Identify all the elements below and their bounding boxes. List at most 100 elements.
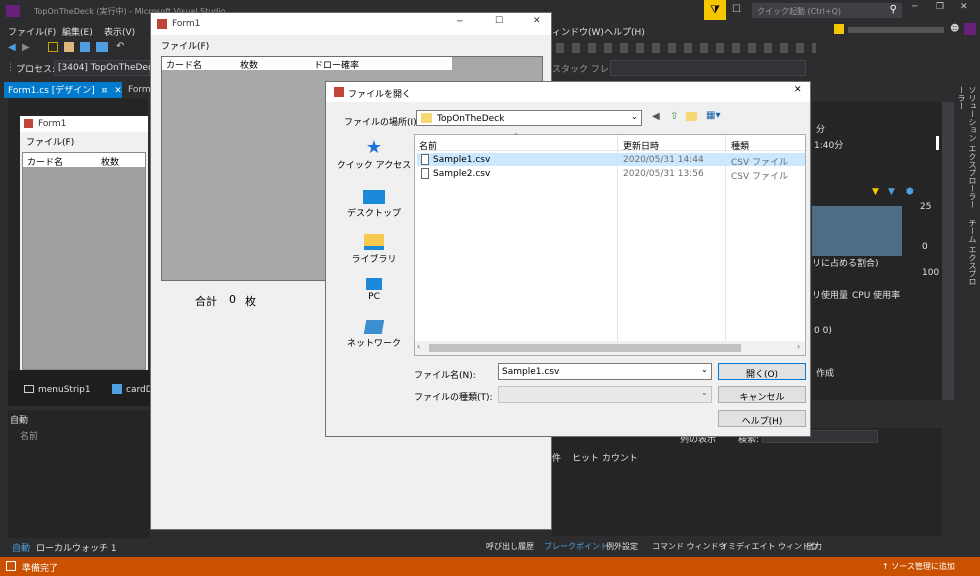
scroll-right-icon[interactable]: › xyxy=(797,342,800,351)
new-icon[interactable] xyxy=(48,42,58,52)
undo-icon[interactable]: ↶ xyxy=(116,41,124,52)
right-vertical-tabs: ソリューション エクスプローラー チーム エクスプローラー xyxy=(957,86,978,286)
filter-icon[interactable]: ⧩ xyxy=(704,0,726,20)
tab-memory-usage[interactable]: リ使用量 xyxy=(812,288,848,301)
pin-icon[interactable]: ¤ xyxy=(102,86,108,96)
designer-menu[interactable]: ファイル(F) xyxy=(20,132,148,148)
saveall-icon[interactable] xyxy=(96,42,108,52)
tab-call-stack[interactable]: 呼び出し履歴 xyxy=(486,541,534,552)
form1-col-count[interactable]: 枚数 xyxy=(240,58,258,71)
menu-window[interactable]: ィンドウ(W) xyxy=(552,25,604,38)
tab-auto[interactable]: 自動 xyxy=(12,541,30,554)
form1-minimize-icon[interactable]: ─ xyxy=(457,17,462,27)
account-icon[interactable] xyxy=(834,24,844,34)
star-icon: ★ xyxy=(365,137,383,158)
tab-command[interactable]: コマンド ウィンドウ xyxy=(652,541,727,552)
process-combo[interactable]: [3404] TopOnTheDeck.e xyxy=(54,60,167,76)
account-name-blur xyxy=(848,27,944,33)
scroll-thumb[interactable] xyxy=(429,344,741,352)
forward-icon[interactable]: ▶ xyxy=(22,42,30,53)
tab-close-icon[interactable]: ✕ xyxy=(114,86,122,96)
folder-icon xyxy=(421,113,432,123)
back-icon[interactable]: ◀ xyxy=(8,42,16,53)
dialog-close-icon[interactable]: ✕ xyxy=(794,85,802,95)
up-folder-icon[interactable]: ⇧ xyxy=(670,111,678,122)
help-button[interactable]: ヘルプ(H) xyxy=(718,410,806,427)
tab-immediate[interactable]: イミディエイト ウィンドウ xyxy=(720,541,818,552)
tab-exceptions[interactable]: 例外設定 xyxy=(606,541,638,552)
tab-local[interactable]: ローカル xyxy=(36,541,72,554)
back-nav-icon[interactable]: ◀ xyxy=(652,111,660,122)
place-desktop[interactable]: デスクトップ xyxy=(336,186,412,230)
menu-edit[interactable]: 編集(E) xyxy=(62,25,93,38)
close-icon[interactable]: ✕ xyxy=(960,2,968,12)
save-icon[interactable] xyxy=(80,42,90,52)
form1-title: Form1 xyxy=(172,19,201,29)
form1-maximize-icon[interactable]: ☐ xyxy=(495,16,503,26)
designer-listview[interactable]: カード名 枚数 xyxy=(22,152,146,370)
place-library[interactable]: ライブラリ xyxy=(336,232,412,276)
cancel-button[interactable]: キャンセル xyxy=(718,386,806,403)
designer-listview-header: カード名 枚数 xyxy=(23,153,145,168)
file-list[interactable]: 名前 ⌃ 更新日時 種類 Sample1.csv 2020/05/31 14:4… xyxy=(414,132,806,356)
menu-file[interactable]: ファイル(F) xyxy=(8,25,56,38)
minimize-icon[interactable]: ─ xyxy=(912,2,917,12)
status-text: 準備完了 xyxy=(22,564,59,574)
process-label: プロセス: xyxy=(16,65,56,75)
horizontal-scrollbar[interactable]: ‹ › xyxy=(415,341,805,355)
form1-col-name[interactable]: カード名 xyxy=(166,58,202,71)
designer-menu-file[interactable]: ファイル(F) xyxy=(26,138,74,148)
place-quick-access[interactable]: ★ クイック アクセス xyxy=(336,138,412,182)
vtab-solution-explorer[interactable]: ソリューション エクスプローラー xyxy=(968,86,977,209)
open-icon[interactable] xyxy=(64,42,74,52)
open-button[interactable]: 開く(O) xyxy=(718,363,806,380)
filetype-combo[interactable]: ⌄ xyxy=(498,386,712,403)
form1-menu-file[interactable]: ファイル(F) xyxy=(161,39,209,52)
create-snapshot-link[interactable]: 作成 xyxy=(816,366,834,379)
file-icon xyxy=(421,154,429,165)
menu-help[interactable]: ヘルプ(H) xyxy=(604,25,645,38)
quick-launch[interactable]: クイック起動 (Ctrl+Q) ⚲ xyxy=(752,3,902,18)
restore-icon[interactable]: ❐ xyxy=(936,2,944,12)
marker-yellow-icon: ▼ xyxy=(872,187,879,197)
dialog-icon xyxy=(334,87,344,97)
place-pc[interactable]: PC xyxy=(336,274,412,314)
tab-breakpoints[interactable]: ブレークポイント xyxy=(544,541,608,552)
diag-slider[interactable] xyxy=(936,136,939,150)
look-in-label: ファイルの場所(I): xyxy=(344,118,420,128)
right-scrollbar[interactable] xyxy=(942,102,954,400)
tray-menustrip[interactable]: menuStrip1 xyxy=(38,385,91,395)
form-icon xyxy=(24,119,33,128)
file-row[interactable]: Sample2.csv 2020/05/31 13:56 CSV ファイル xyxy=(417,167,805,182)
tab-output[interactable]: 出力 xyxy=(806,541,822,552)
tab-cpu-usage[interactable]: CPU 使用率 xyxy=(852,288,900,301)
file-row[interactable]: Sample1.csv 2020/05/31 14:44 CSV ファイル xyxy=(417,153,805,168)
form1-col-prob[interactable]: ドロー確率 xyxy=(314,58,359,71)
designer-form[interactable]: Form1 ファイル(F) カード名 枚数 xyxy=(20,116,148,370)
diag-snapshot: 0 0) xyxy=(814,326,832,336)
new-folder-icon[interactable] xyxy=(686,112,697,121)
feedback-icon[interactable]: ☐ xyxy=(732,4,741,15)
source-control[interactable]: ↑ ソース管理に追加 xyxy=(882,561,955,572)
place-network[interactable]: ネットワーク xyxy=(336,320,412,360)
diag-100: 100 xyxy=(922,268,940,278)
tab-form1-design[interactable]: Form1.cs [デザイン] ¤ ✕ xyxy=(4,82,122,98)
process-icon: ⋮ xyxy=(6,63,15,73)
stackframe-combo[interactable] xyxy=(610,60,806,76)
user-icon[interactable]: ☻ xyxy=(950,24,959,34)
diag-0: 0 xyxy=(922,242,928,252)
place-library-label: ライブラリ xyxy=(351,255,397,265)
filename-combo[interactable]: Sample1.csv ⌄ xyxy=(498,363,712,380)
look-in-combo[interactable]: TopOnTheDeck ⌄ xyxy=(416,110,642,126)
file-date: 2020/05/31 14:44 xyxy=(623,155,704,165)
col-name[interactable]: 名前 xyxy=(419,139,437,152)
scroll-left-icon[interactable]: ‹ xyxy=(417,342,420,351)
tab-watch[interactable]: ウォッチ 1 xyxy=(72,541,117,554)
col-type[interactable]: 種類 xyxy=(731,139,749,152)
filename-value: Sample1.csv xyxy=(502,367,560,377)
menu-view[interactable]: 表示(V) xyxy=(104,25,135,38)
view-menu-icon[interactable]: ▦▾ xyxy=(706,110,720,121)
place-desktop-label: デスクトップ xyxy=(346,209,401,219)
col-date[interactable]: 更新日時 xyxy=(623,139,659,152)
form1-close-icon[interactable]: ✕ xyxy=(533,16,541,26)
